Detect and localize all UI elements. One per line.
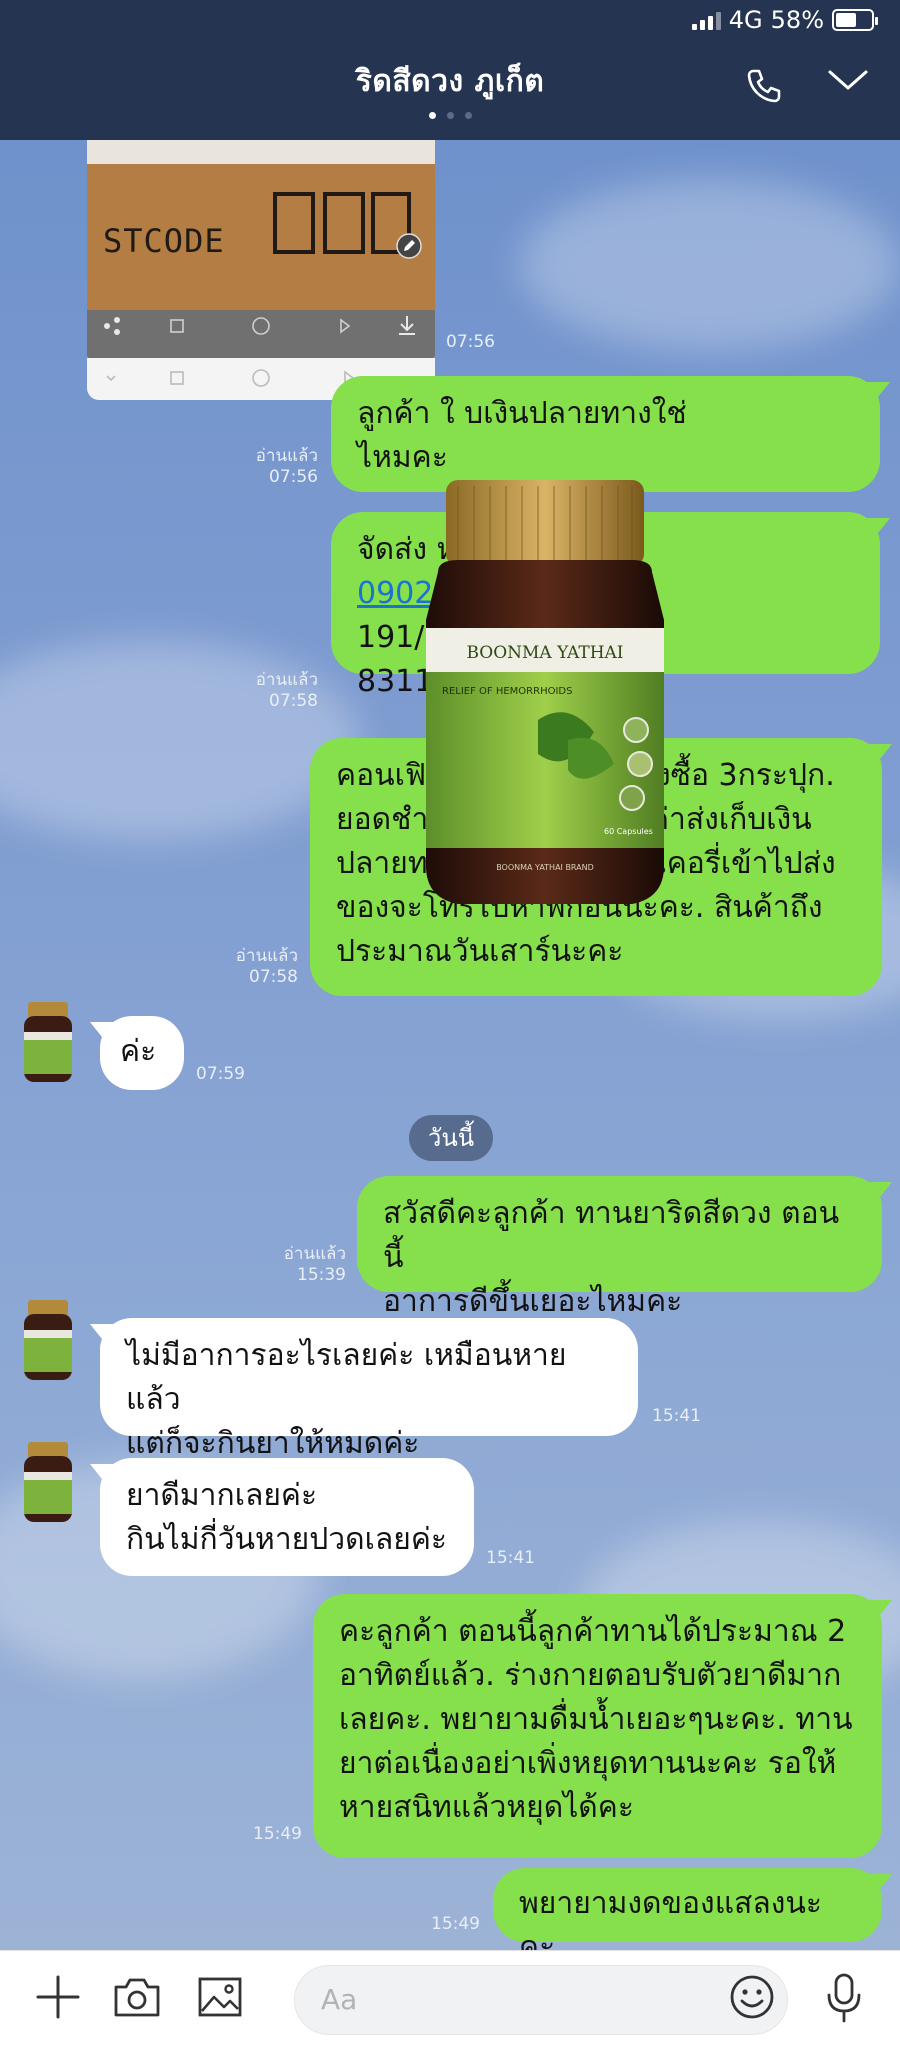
plus-icon[interactable]: [34, 1973, 82, 2025]
avatar[interactable]: [14, 1294, 82, 1382]
message-text: พยายามงดของแสลงนะคะ: [519, 1886, 823, 1950]
product-bottle-image[interactable]: BOONMA YATHAI RELIEF OF HEMORRHOIDS 60 C…: [418, 480, 672, 910]
signal-icon: [691, 10, 721, 30]
network-label: 4G: [728, 6, 763, 34]
message-composer: Aa: [0, 1950, 900, 2048]
message-time: 07:58: [249, 967, 298, 987]
image-message[interactable]: STCODE: [87, 140, 435, 358]
outgoing-message[interactable]: พยายามงดของแสลงนะคะ: [493, 1868, 882, 1950]
photo-toolbar: [87, 310, 435, 358]
message-text: สวัสดีคะลูกค้า ทานยาริดสีดวง ตอนนี้ อากา…: [383, 1196, 840, 1319]
avatar[interactable]: [14, 1436, 82, 1524]
battery-icon: [832, 9, 878, 31]
message-time: 15:49: [431, 1914, 480, 1934]
incoming-message[interactable]: ยาดีมากเลยค่ะ กินไม่กี่วันหายปวดเลยค่ะ: [100, 1458, 474, 1576]
message-time: 15:39: [297, 1265, 346, 1285]
phone-icon[interactable]: [744, 66, 784, 110]
camera-icon[interactable]: [112, 1973, 162, 2025]
message-time: 15:41: [652, 1406, 701, 1426]
read-receipt: อ่านแล้ว: [283, 1244, 346, 1264]
smile-icon[interactable]: [728, 1973, 776, 2025]
product-label: RELIEF OF HEMORRHOIDS: [442, 686, 572, 697]
image-icon[interactable]: [196, 1973, 244, 2025]
microphone-icon[interactable]: [824, 1973, 864, 2029]
message-meta: อ่านแล้ว 07:58: [240, 670, 318, 712]
outgoing-message[interactable]: คะลูกค้า ตอนนี้ลูกค้าทานได้ประมาณ 2 อาทิ…: [313, 1594, 882, 1858]
avatar[interactable]: [14, 996, 82, 1084]
read-receipt: อ่านแล้ว: [235, 946, 298, 966]
message-text: ไม่มีอาการอะไรเลยค่ะ เหมือนหายแล้ว แต่ก็…: [126, 1338, 567, 1461]
product-count: 60 Capsules: [604, 827, 653, 836]
page-dot: [464, 112, 472, 119]
message-time: 15:41: [486, 1548, 535, 1568]
message-text: คะลูกค้า ตอนนี้ลูกค้าทานได้ประมาณ 2 อาทิ…: [339, 1614, 853, 1825]
read-receipt: อ่านแล้ว: [255, 670, 318, 690]
incoming-message[interactable]: ค่ะ: [100, 1016, 184, 1090]
read-receipt: อ่านแล้ว: [255, 446, 318, 466]
message-time: 15:49: [253, 1824, 302, 1844]
message-meta: อ่านแล้ว 07:56: [240, 446, 318, 488]
page-dot: [446, 112, 454, 119]
shipping-label-photo: STCODE: [87, 140, 435, 310]
chat-area[interactable]: STCODE 07:56 ลูกค้า ใ บเงินปลายทางใช่ ไห…: [0, 140, 900, 1950]
outgoing-message[interactable]: ลูกค้า ใ บเงินปลายทางใช่ ไหมคะ: [331, 376, 880, 492]
battery-percent: 58%: [770, 6, 824, 34]
status-bar: 4G 58%: [691, 6, 878, 34]
message-text: ลูกค้า ใ บเงินปลายทางใช่ ไหมคะ: [357, 396, 687, 475]
incoming-message[interactable]: ไม่มีอาการอะไรเลยค่ะ เหมือนหายแล้ว แต่ก็…: [100, 1318, 638, 1461]
message-input[interactable]: Aa: [294, 1965, 788, 2035]
chat-header: 4G 58% ริดสีดวง ภูเก็ต: [0, 0, 900, 140]
page-dot: [428, 112, 436, 119]
photo-text: STCODE: [103, 222, 225, 260]
outgoing-message[interactable]: สวัสดีคะลูกค้า ทานยาริดสีดวง ตอนนี้ อากา…: [357, 1176, 882, 1319]
message-text: ค่ะ: [120, 1034, 157, 1069]
message-time: 07:56: [446, 332, 495, 352]
message-meta: อ่านแล้ว 15:39: [268, 1244, 346, 1286]
message-time: 07:56: [269, 467, 318, 487]
message-time: 07:59: [196, 1064, 245, 1084]
message-time: 07:58: [269, 691, 318, 711]
date-divider: วันนี้: [409, 1115, 493, 1161]
chevron-down-icon[interactable]: [826, 66, 870, 100]
product-footer: BOONMA YATHAI BRAND: [496, 863, 594, 872]
edit-icon[interactable]: [395, 232, 423, 264]
page-indicator: [0, 112, 900, 119]
message-meta: อ่านแล้ว 07:58: [220, 946, 298, 988]
product-brand: BOONMA YATHAI: [466, 643, 623, 663]
message-text: ยาดีมากเลยค่ะ กินไม่กี่วันหายปวดเลยค่ะ: [126, 1478, 448, 1557]
